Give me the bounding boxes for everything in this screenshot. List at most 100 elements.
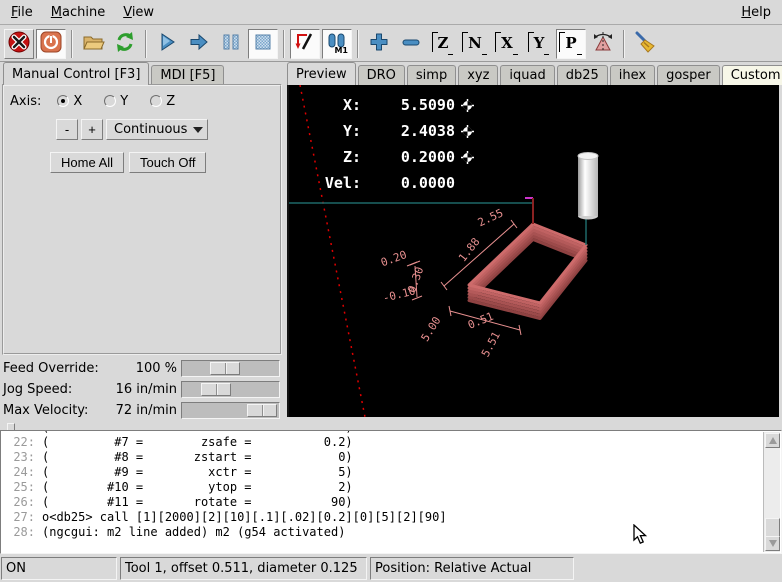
gcode-line[interactable]: 22: ( #7 = zsafe = 0.2) xyxy=(7,435,781,450)
gcode-line[interactable]: 27: o<db25> call [1][2000][2][10][.1][.02… xyxy=(7,510,781,525)
machine-state-text: ON xyxy=(6,561,26,576)
tab-dro[interactable]: DRO xyxy=(358,65,405,85)
open-file-button[interactable] xyxy=(78,29,108,59)
line-text: ( #10 = ytop = 2) xyxy=(42,480,353,495)
reload-button[interactable] xyxy=(110,29,140,59)
view-x-button[interactable]: X xyxy=(492,29,522,59)
stop-button[interactable] xyxy=(248,29,278,59)
statusbar: ON Tool 1, offset 0.511, diameter 0.125 … xyxy=(0,555,782,582)
touch-off-button[interactable]: Touch Off xyxy=(129,152,206,173)
axis-window: File Machine View Help xyxy=(0,0,782,582)
gcode-line[interactable]: 28:(ngcgui: m2 line added) m2 (g54 activ… xyxy=(7,525,781,540)
menu-file[interactable]: File xyxy=(2,2,42,23)
run-button[interactable] xyxy=(152,29,182,59)
axis-y-radio[interactable]: Y xyxy=(104,94,128,109)
estop-button[interactable] xyxy=(4,29,34,59)
triangle-down-icon xyxy=(769,540,777,547)
toolbar-separator xyxy=(357,30,359,58)
jog-speed-slider[interactable] xyxy=(181,381,280,398)
rotate-view-button[interactable] xyxy=(588,29,618,59)
view-z-button[interactable]: Z xyxy=(428,29,458,59)
toolbar-separator xyxy=(71,30,73,58)
tab-simp[interactable]: simp xyxy=(407,65,456,85)
gcode-scrollbar[interactable] xyxy=(763,432,780,552)
feed-override-row: Feed Override: 100 % xyxy=(0,358,283,379)
jog-minus-button[interactable]: - xyxy=(56,119,78,140)
zoom-out-button[interactable] xyxy=(396,29,426,59)
feed-override-slider[interactable] xyxy=(181,360,280,377)
line-number: 27: xyxy=(7,510,35,525)
pause-button[interactable] xyxy=(216,29,246,59)
gcode-line[interactable]: 24: ( #9 = xctr = 5) xyxy=(7,465,781,480)
line-text: ( #8 = zstart = 0) xyxy=(42,450,353,465)
scroll-up-button[interactable] xyxy=(765,433,780,448)
menu-machine[interactable]: Machine xyxy=(42,2,114,23)
tab-mdi[interactable]: MDI [F5] xyxy=(151,65,224,85)
machine-state-cell: ON xyxy=(1,557,117,580)
max-velocity-slider[interactable] xyxy=(181,402,280,419)
slider-handle[interactable] xyxy=(247,404,277,417)
line-text: ( #9 = xctr = 5) xyxy=(42,465,353,480)
menubar: File Machine View Help xyxy=(0,0,782,25)
triangle-up-icon xyxy=(769,437,777,444)
menu-help[interactable]: Help xyxy=(732,2,780,23)
view-perspective-button[interactable]: P xyxy=(556,29,586,59)
step-button[interactable] xyxy=(184,29,214,59)
optional-stop-button[interactable]: M1 xyxy=(322,29,352,59)
view-z-icon: Z xyxy=(435,34,452,53)
view-y-button[interactable]: Y xyxy=(524,29,554,59)
jog-speed-value: 16 in/min xyxy=(116,382,177,397)
dro-x-row: X: 5.5090 xyxy=(303,92,474,118)
dro-vel-label: Vel: xyxy=(303,170,361,196)
axis-z-radio[interactable]: Z xyxy=(150,94,175,109)
clear-plot-button[interactable] xyxy=(630,29,660,59)
tab-gosper[interactable]: gosper xyxy=(657,65,720,85)
tab-iquad[interactable]: iquad xyxy=(500,65,554,85)
toolpath xyxy=(469,224,586,319)
gcode-line[interactable]: 25:( #10 = ytop = 2) xyxy=(7,480,781,495)
line-number: 24: xyxy=(7,465,35,480)
menu-view[interactable]: View xyxy=(114,2,163,23)
block-delete-button[interactable] xyxy=(290,29,320,59)
broom-icon xyxy=(633,30,657,58)
jog-increment-dropdown[interactable]: Continuous xyxy=(106,119,208,140)
view-perspective-icon: P xyxy=(562,34,579,53)
machine-power-button[interactable] xyxy=(36,29,66,59)
reload-icon xyxy=(113,30,137,58)
dro-y-value: 2.4038 xyxy=(361,118,455,144)
step-icon xyxy=(187,30,211,58)
line-text: ( #7 = zsafe = 0.2) xyxy=(42,435,353,450)
tab-db25[interactable]: db25 xyxy=(557,65,608,85)
slider-handle[interactable] xyxy=(201,383,231,396)
gcode-listing[interactable]: 21:( #6 = zincr = .02) 22:( #7 = zsafe =… xyxy=(0,430,782,554)
gcode-line[interactable]: 26:( #11 = rotate = 90) xyxy=(7,495,781,510)
tab-xyz[interactable]: xyz xyxy=(458,65,498,85)
line-number: 22: xyxy=(7,435,35,450)
preview-canvas[interactable]: 2.55 1.88 0.20 0.30 -0.10 5.00 0.51 5.51… xyxy=(287,85,779,417)
tab-manual-control[interactable]: Manual Control [F3] xyxy=(3,62,149,85)
line-text: (ngcgui: m2 line added) m2 (g54 activate… xyxy=(42,525,345,540)
tab-ihex[interactable]: ihex xyxy=(610,65,655,85)
zoom-in-button[interactable] xyxy=(364,29,394,59)
slider-handle[interactable] xyxy=(210,362,240,375)
open-folder-icon xyxy=(81,30,105,58)
optional-stop-label: M1 xyxy=(334,46,348,55)
power-icon xyxy=(39,30,63,58)
line-text: o<db25> call [1][2000][2][10][.1][.02][0… xyxy=(42,510,447,525)
estop-icon xyxy=(7,30,31,58)
home-all-button[interactable]: Home All xyxy=(50,152,124,173)
jog-speed-label: Jog Speed: xyxy=(0,382,72,397)
gcode-line[interactable]: 23:( #8 = zstart = 0) xyxy=(7,450,781,465)
tab-preview[interactable]: Preview xyxy=(287,62,356,85)
tab-custom[interactable]: Custom xyxy=(722,65,782,85)
axis-x-radio[interactable]: X xyxy=(57,94,82,109)
toolbar-separator xyxy=(283,30,285,58)
jog-plus-button[interactable]: + xyxy=(81,119,103,140)
scroll-down-button[interactable] xyxy=(765,536,780,551)
dim-x-size: 0.51 xyxy=(466,310,495,332)
dro-y-label: Y: xyxy=(303,118,361,144)
view-z2-button[interactable]: N xyxy=(460,29,490,59)
feed-override-value: 100 % xyxy=(136,361,177,376)
radio-indicator xyxy=(150,95,162,107)
axis-x-label: X xyxy=(73,94,82,109)
